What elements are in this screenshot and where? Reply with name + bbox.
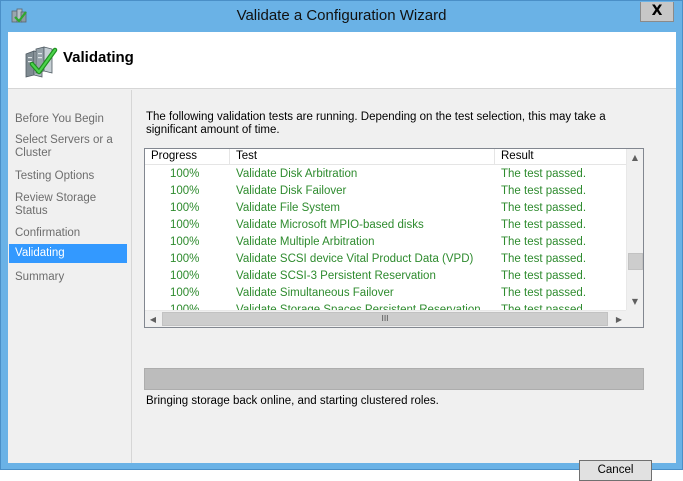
cancel-button[interactable]: Cancel [579, 460, 652, 481]
row-test: Validate Simultaneous Failover [236, 287, 394, 299]
nav-item-select-servers[interactable]: Select Servers or a Cluster [9, 134, 127, 160]
vertical-scroll-thumb[interactable] [628, 253, 643, 270]
wizard-client-area: Validating Before You Begin Select Serve… [8, 32, 676, 481]
row-result: The test passed. [501, 287, 587, 299]
vertical-scrollbar[interactable]: ▲ ▼ [626, 149, 643, 310]
scroll-left-icon[interactable]: ◀ [145, 311, 161, 327]
wizard-content: The following validation tests are runni… [133, 90, 676, 481]
table-row[interactable]: 100% Validate Storage Spaces Persistent … [145, 302, 627, 310]
row-progress: 100% [170, 202, 200, 214]
table-row[interactable]: 100% Validate Disk Arbitration The test … [145, 166, 627, 183]
row-test: Validate Microsoft MPIO-based disks [236, 219, 424, 231]
page-title: Validating [63, 49, 134, 66]
status-text: Bringing storage back online, and starti… [146, 395, 439, 407]
nav-item-review-storage-status[interactable]: Review Storage Status [9, 192, 127, 218]
list-body: 100% Validate Disk Arbitration The test … [145, 166, 627, 310]
table-row[interactable]: 100% Validate File System The test passe… [145, 200, 627, 217]
overall-progress-bar [144, 368, 644, 390]
nav-item-before-you-begin[interactable]: Before You Begin [9, 113, 127, 126]
nav-item-testing-options[interactable]: Testing Options [9, 170, 127, 183]
scroll-up-icon[interactable]: ▲ [627, 149, 643, 166]
validation-tests-list[interactable]: Progress Test Result 100% Validate Disk … [144, 148, 644, 328]
row-result: The test passed. [501, 219, 587, 231]
row-result: The test passed. [501, 253, 587, 265]
table-row[interactable]: 100% Validate Microsoft MPIO-based disks… [145, 217, 627, 234]
close-button[interactable]: X [640, 2, 674, 22]
scroll-right-icon[interactable]: ▶ [611, 311, 627, 327]
row-progress: 100% [170, 185, 200, 197]
row-result: The test passed. [501, 304, 587, 310]
list-header: Progress Test Result [145, 149, 627, 165]
row-progress: 100% [170, 219, 200, 231]
nav-item-confirmation[interactable]: Confirmation [9, 227, 127, 240]
row-result: The test passed. [501, 270, 587, 282]
table-row[interactable]: 100% Validate SCSI device Vital Product … [145, 251, 627, 268]
wizard-steps-nav: Before You Begin Select Servers or a Clu… [8, 90, 132, 463]
title-bar[interactable]: Validate a Configuration Wizard X [1, 1, 682, 32]
intro-text: The following validation tests are runni… [146, 111, 606, 136]
row-progress: 100% [170, 236, 200, 248]
row-test: Validate SCSI-3 Persistent Reservation [236, 270, 436, 282]
table-row[interactable]: 100% Validate SCSI-3 Persistent Reservat… [145, 268, 627, 285]
row-result: The test passed. [501, 185, 587, 197]
scroll-down-icon[interactable]: ▼ [627, 293, 643, 310]
wizard-header: Validating [8, 32, 676, 89]
cluster-validate-icon [25, 46, 58, 78]
column-header-test[interactable]: Test [230, 149, 495, 165]
column-header-progress[interactable]: Progress [145, 149, 230, 165]
row-test: Validate Disk Failover [236, 185, 347, 197]
nav-item-validating[interactable]: Validating [9, 244, 127, 263]
table-row[interactable]: 100% Validate Disk Failover The test pas… [145, 183, 627, 200]
row-progress: 100% [170, 253, 200, 265]
row-test: Validate File System [236, 202, 340, 214]
row-result: The test passed. [501, 202, 587, 214]
column-header-result[interactable]: Result [495, 149, 627, 165]
table-row[interactable]: 100% Validate Simultaneous Failover The … [145, 285, 627, 302]
horizontal-scrollbar[interactable]: ◀ III ▶ [145, 310, 627, 327]
row-test: Validate Storage Spaces Persistent Reser… [236, 304, 481, 310]
window-title: Validate a Configuration Wizard [236, 7, 447, 24]
wizard-window: Validate a Configuration Wizard X Valida… [0, 0, 683, 481]
row-test: Validate Multiple Arbitration [236, 236, 375, 248]
row-result: The test passed. [501, 168, 587, 180]
row-progress: 100% [170, 304, 200, 310]
row-progress: 100% [170, 270, 200, 282]
table-row[interactable]: 100% Validate Multiple Arbitration The t… [145, 234, 627, 251]
nav-item-summary[interactable]: Summary [9, 271, 127, 284]
row-progress: 100% [170, 287, 200, 299]
row-progress: 100% [170, 168, 200, 180]
row-result: The test passed. [501, 236, 587, 248]
horizontal-scroll-thumb[interactable]: III [162, 312, 608, 326]
row-test: Validate Disk Arbitration [236, 168, 358, 180]
row-test: Validate SCSI device Vital Product Data … [236, 253, 474, 265]
scrollbar-corner [626, 310, 643, 327]
